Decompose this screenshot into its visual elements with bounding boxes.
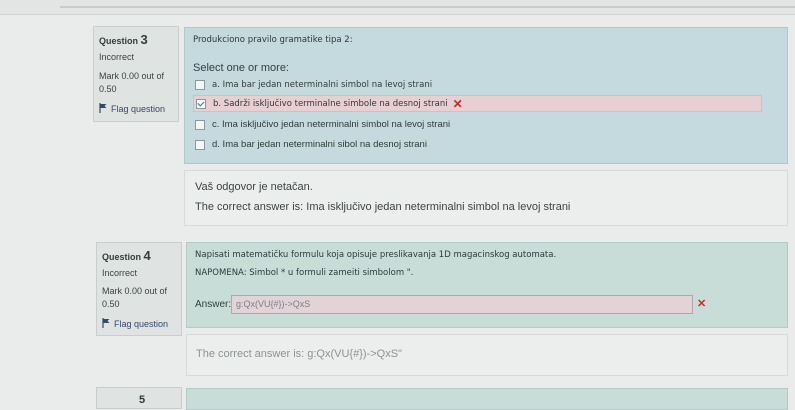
question-4-mark-line1: Mark 0.00 out of <box>102 286 168 296</box>
option-a-checkbox[interactable] <box>195 79 205 90</box>
option-b[interactable]: b. Sadrži isključivo terminalne simbole … <box>193 95 762 112</box>
top-divider <box>60 6 795 8</box>
option-b-checkbox[interactable] <box>196 98 206 109</box>
flag-label: Flag question <box>114 319 169 329</box>
correct-answer-text: The correct answer is: g:Qx(VU{#})->QxS" <box>196 348 402 360</box>
option-c-label: c. Ima isključivo jedan neterminalni sim… <box>212 119 451 130</box>
question-number: 3 <box>140 32 148 47</box>
option-d[interactable]: d. Ima bar jedan neterminalni sibol na d… <box>195 136 755 153</box>
flag-label: Flag question <box>111 104 166 114</box>
option-b-label: b. Sadrži isključivo terminalne simbole … <box>213 98 448 109</box>
option-c-checkbox[interactable] <box>195 119 205 130</box>
question-3-feedback: Vaš odgovor je netačan. The correct answ… <box>184 170 788 226</box>
option-d-label: d. Ima bar jedan neterminalni sibol na d… <box>212 139 427 150</box>
flag-question-4-button[interactable]: Flag question <box>102 318 168 329</box>
option-a[interactable]: a. Ima bar jedan neterminalni simbol na … <box>195 76 755 93</box>
feedback-text: Vaš odgovor je netačan. <box>195 181 313 193</box>
flag-question-3-button[interactable]: Flag question <box>99 103 165 114</box>
question-4-state: Incorrect <box>102 268 138 278</box>
top-bar <box>0 0 795 15</box>
question-4-info: Question 4 Incorrect Mark 0.00 out of 0.… <box>96 242 182 336</box>
incorrect-x-icon: ✕ <box>452 96 463 111</box>
option-c[interactable]: c. Ima isključivo jedan neterminalni sim… <box>195 116 755 133</box>
question-4-title: Question 4 <box>102 248 151 263</box>
question-3-mark-line2: 0.50 <box>99 84 117 94</box>
question-4-text: Napisati matematičku formulu koja opisuj… <box>195 250 557 260</box>
question-3-mark-line1: Mark 0.00 out of <box>99 71 165 81</box>
option-a-label: a. Ima bar jedan neterminalni simbol na … <box>212 79 433 90</box>
correct-answer-text: The correct answer is: Ima isključivo je… <box>195 201 571 213</box>
question-3-text: Produkciono pravilo gramatike tipa 2: <box>193 35 353 45</box>
question-4-formulation: Napisati matematičku formulu koja opisuj… <box>186 242 788 328</box>
question-4-feedback: The correct answer is: g:Qx(VU{#})->QxS" <box>186 334 788 376</box>
question-4-mark-line2: 0.50 <box>102 299 120 309</box>
question-label: Question <box>99 36 139 46</box>
question-3-info: Question 3 Incorrect Mark 0.00 out of 0.… <box>93 26 179 122</box>
question-3-title: Question 3 <box>99 32 148 47</box>
question-label: Question <box>102 252 142 262</box>
question-number: 5 <box>139 394 146 406</box>
select-prompt: Select one or more: <box>193 62 289 74</box>
option-d-checkbox[interactable] <box>195 139 205 150</box>
question-5-info: 5 <box>96 387 182 409</box>
question-3-state: Incorrect <box>99 52 135 62</box>
flag-icon <box>99 103 107 113</box>
question-number: 4 <box>143 248 151 263</box>
flag-icon <box>102 318 110 328</box>
question-3-formulation: Produkciono pravilo gramatike tipa 2: Se… <box>184 27 788 164</box>
answer-label: Answer: <box>195 299 232 310</box>
question-5-formulation <box>186 388 788 410</box>
incorrect-x-icon: ✕ <box>697 298 707 310</box>
answer-input[interactable]: g:Qx(VU{#})->QxS <box>231 295 693 314</box>
question-4-note: NAPOMENA: Simbol * u formuli zameiti sim… <box>195 268 414 278</box>
